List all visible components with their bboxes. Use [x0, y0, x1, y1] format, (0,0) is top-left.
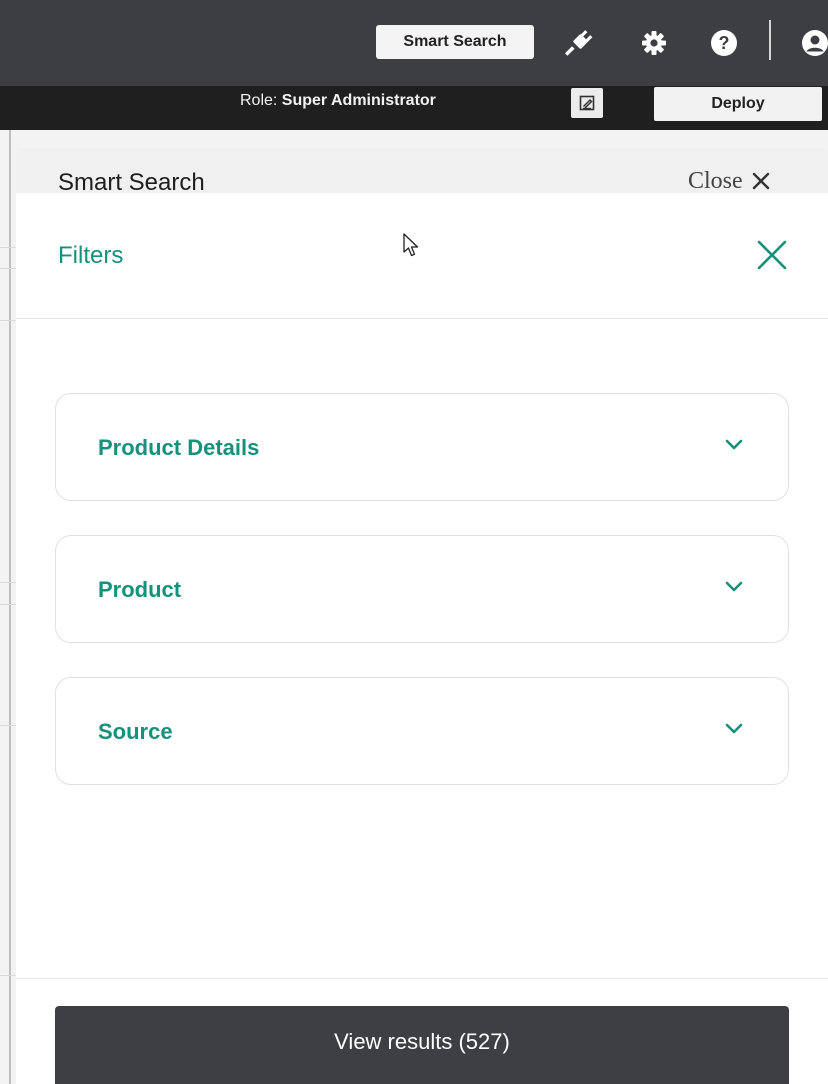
role-bar: Role: Super Administrator Deploy: [0, 86, 828, 130]
panel-close-label: Close: [688, 168, 743, 194]
background-rule: [0, 604, 16, 605]
smart-search-button[interactable]: Smart Search: [376, 25, 534, 59]
panel-close-button[interactable]: Close: [688, 166, 771, 196]
filters-title: Filters: [58, 242, 124, 269]
chevron-down-icon: [725, 581, 743, 592]
close-icon: [752, 172, 769, 190]
filter-section-product[interactable]: Product: [55, 535, 789, 643]
background-rule: [0, 320, 16, 321]
gear-icon[interactable]: [639, 27, 669, 59]
help-icon[interactable]: ?: [709, 27, 739, 59]
plug-icon[interactable]: [563, 27, 593, 59]
mouse-cursor-icon: [403, 233, 419, 257]
chevron-down-icon: [725, 723, 743, 734]
filter-section-source[interactable]: Source: [55, 677, 789, 785]
svg-text:?: ?: [719, 33, 730, 53]
background-rule: [0, 975, 16, 976]
filter-section-label: Product: [98, 577, 182, 602]
chevron-down-icon: [725, 439, 743, 450]
filters-sheet: Filters Product Details Product Source V: [16, 193, 828, 1084]
filters-header: Filters: [16, 193, 828, 319]
edit-notes-button[interactable]: [571, 88, 603, 118]
top-navigation-bar: Smart Search ?: [0, 0, 828, 86]
filters-footer: View results (527): [16, 978, 828, 1084]
background-rule: [0, 268, 16, 269]
background-rule: [0, 247, 16, 248]
nav-divider: [769, 20, 771, 60]
background-rule: [0, 725, 16, 726]
background-rule: [0, 582, 16, 583]
deploy-button[interactable]: Deploy: [654, 87, 822, 121]
role-indicator: Role: Super Administrator: [240, 86, 436, 116]
role-prefix: Role:: [240, 92, 282, 109]
background-edge: [9, 130, 11, 1084]
role-value: Super Administrator: [281, 92, 436, 109]
filter-section-product-details[interactable]: Product Details: [55, 393, 789, 501]
smart-search-panel: Smart Search Close Filters Product Detai…: [16, 148, 828, 1084]
filter-section-label: Source: [98, 719, 173, 744]
filters-close-icon[interactable]: [754, 237, 790, 273]
view-results-button[interactable]: View results (527): [55, 1006, 789, 1084]
user-icon[interactable]: [800, 27, 828, 59]
edit-notes-icon: [579, 95, 595, 111]
filter-section-label: Product Details: [98, 435, 260, 460]
